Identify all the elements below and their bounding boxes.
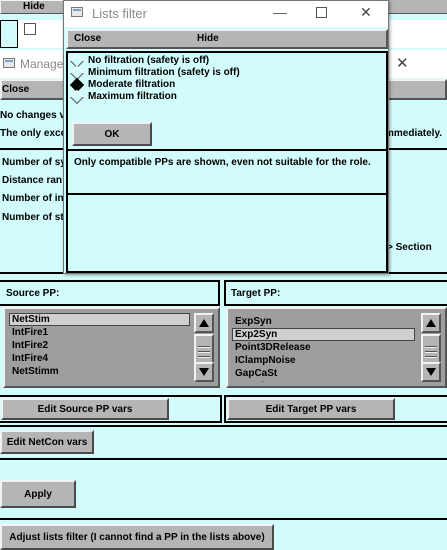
scroll-up-icon[interactable] (421, 313, 441, 333)
manager-close-icon[interactable]: ✕ (396, 54, 409, 72)
lists-filter-dialog: Lists filter — ✕ Close Hide No filtratio… (63, 0, 389, 274)
info-line-2-left: The only exce (0, 128, 67, 139)
hide-menu[interactable]: Hide (23, 1, 45, 12)
filter-option-label: Maximum filtration (88, 91, 177, 102)
dialog-close-menu[interactable]: Close (74, 33, 101, 44)
dialog-separator (68, 149, 386, 151)
target-pp-label: Target PP: (231, 288, 281, 299)
top-menubar: Hide (0, 0, 70, 14)
source-scrollbar[interactable] (194, 313, 214, 382)
filter-radio-group: No filtration (safety is off) Minimum fil… (68, 53, 386, 107)
scroll-down-icon[interactable] (421, 362, 441, 382)
dialog-title: Lists filter (92, 6, 147, 21)
target-list-items[interactable]: ExpSyn Exp2Syn Point3DRelease IClampNoise Ga… (232, 315, 415, 382)
adjust-lists-filter-button[interactable]: Adjust lists filter (I cannot find a PP … (0, 524, 274, 550)
source-list-items[interactable]: NetStim IntFire1 IntFire2 IntFire4 NetStimm (9, 313, 190, 382)
close-icon[interactable]: ✕ (360, 4, 372, 21)
dialog-menubar: Close Hide (66, 29, 388, 49)
list-item[interactable]: ExpSyn (232, 315, 415, 328)
apply-button[interactable]: Apply (0, 480, 76, 508)
target-pp-list[interactable]: ExpSyn Exp2Syn Point3DRelease IClampNoise Ga… (226, 307, 447, 388)
field-label-4: Number of st (2, 212, 64, 223)
list-item[interactable]: Exp2Syn (232, 328, 415, 341)
source-pp-list[interactable]: NetStim IntFire1 IntFire2 IntFire4 NetStimm (3, 307, 220, 388)
dialog-titlebar: Lists filter — ✕ (64, 1, 388, 27)
field-label-3: Number of in (2, 193, 64, 204)
cyan-corner-block (0, 20, 18, 48)
manager-title: Manage (20, 57, 64, 71)
list-item[interactable]: IntFire4 (9, 352, 190, 365)
dialog-separator (68, 193, 386, 195)
filter-option[interactable]: Maximum filtration (68, 89, 368, 105)
list-item[interactable]: Point3DRelease (232, 341, 415, 354)
target-scrollbar[interactable] (421, 313, 441, 382)
edit-netcon-button[interactable]: Edit NetCon vars (0, 430, 94, 454)
separator-5 (0, 518, 447, 520)
target-pp-panel: Target PP: (224, 280, 447, 306)
checkbox[interactable] (24, 23, 36, 35)
list-item[interactable]: NetStim (9, 313, 190, 326)
edit-source-pp-button[interactable]: Edit Source PP vars (1, 398, 169, 420)
white-area-right (388, 20, 447, 48)
separator-3 (0, 425, 447, 427)
field-label-1: Number of sy (2, 157, 66, 168)
window-app-icon (3, 58, 15, 68)
list-item[interactable]: NetStimm (9, 365, 190, 378)
field-label-2: Distance ran (2, 175, 63, 186)
scroll-up-icon[interactable] (194, 313, 214, 333)
dialog-hide-menu[interactable]: Hide (197, 33, 219, 44)
filter-option-label: No filtration (safety is off) (88, 55, 210, 66)
top-strip-right (388, 0, 447, 14)
manager-close-menu[interactable]: Close (2, 84, 29, 95)
list-item[interactable]: NetStimm (232, 380, 415, 382)
list-item[interactable]: IntFire2 (9, 339, 190, 352)
list-item[interactable]: GapCaSt (232, 367, 415, 380)
list-item[interactable]: IntFire1 (9, 326, 190, 339)
info-line-2-right: mmediately. (385, 128, 443, 139)
filter-option[interactable]: No filtration (safety is off) (68, 53, 368, 69)
info-line-1: No changes v (0, 110, 66, 121)
dialog-message: Only compatible PPs are shown, even not … (74, 157, 371, 168)
window-app-icon (71, 7, 83, 17)
ok-button[interactable]: OK (72, 122, 152, 146)
dialog-content: No filtration (safety is off) Minimum fil… (66, 51, 388, 273)
source-pp-label: Source PP: (6, 288, 60, 299)
list-item[interactable]: IClampNoise (232, 354, 415, 367)
radio-icon[interactable] (69, 89, 85, 105)
scroll-down-icon[interactable] (194, 362, 214, 382)
section-label: > Section (387, 242, 432, 253)
filter-option[interactable]: Minimum filtration (safety is off) (68, 65, 368, 81)
minimize-icon[interactable]: — (273, 4, 287, 20)
maximize-icon[interactable] (316, 7, 327, 18)
edit-target-pp-button[interactable]: Edit Target PP vars (227, 398, 395, 420)
filter-option[interactable]: Moderate filtration (68, 77, 368, 93)
filter-option-label: Minimum filtration (safety is off) (88, 67, 240, 78)
filter-option-label: Moderate filtration (88, 79, 176, 90)
source-pp-panel: Source PP: (0, 280, 220, 306)
separator-4 (0, 458, 447, 460)
